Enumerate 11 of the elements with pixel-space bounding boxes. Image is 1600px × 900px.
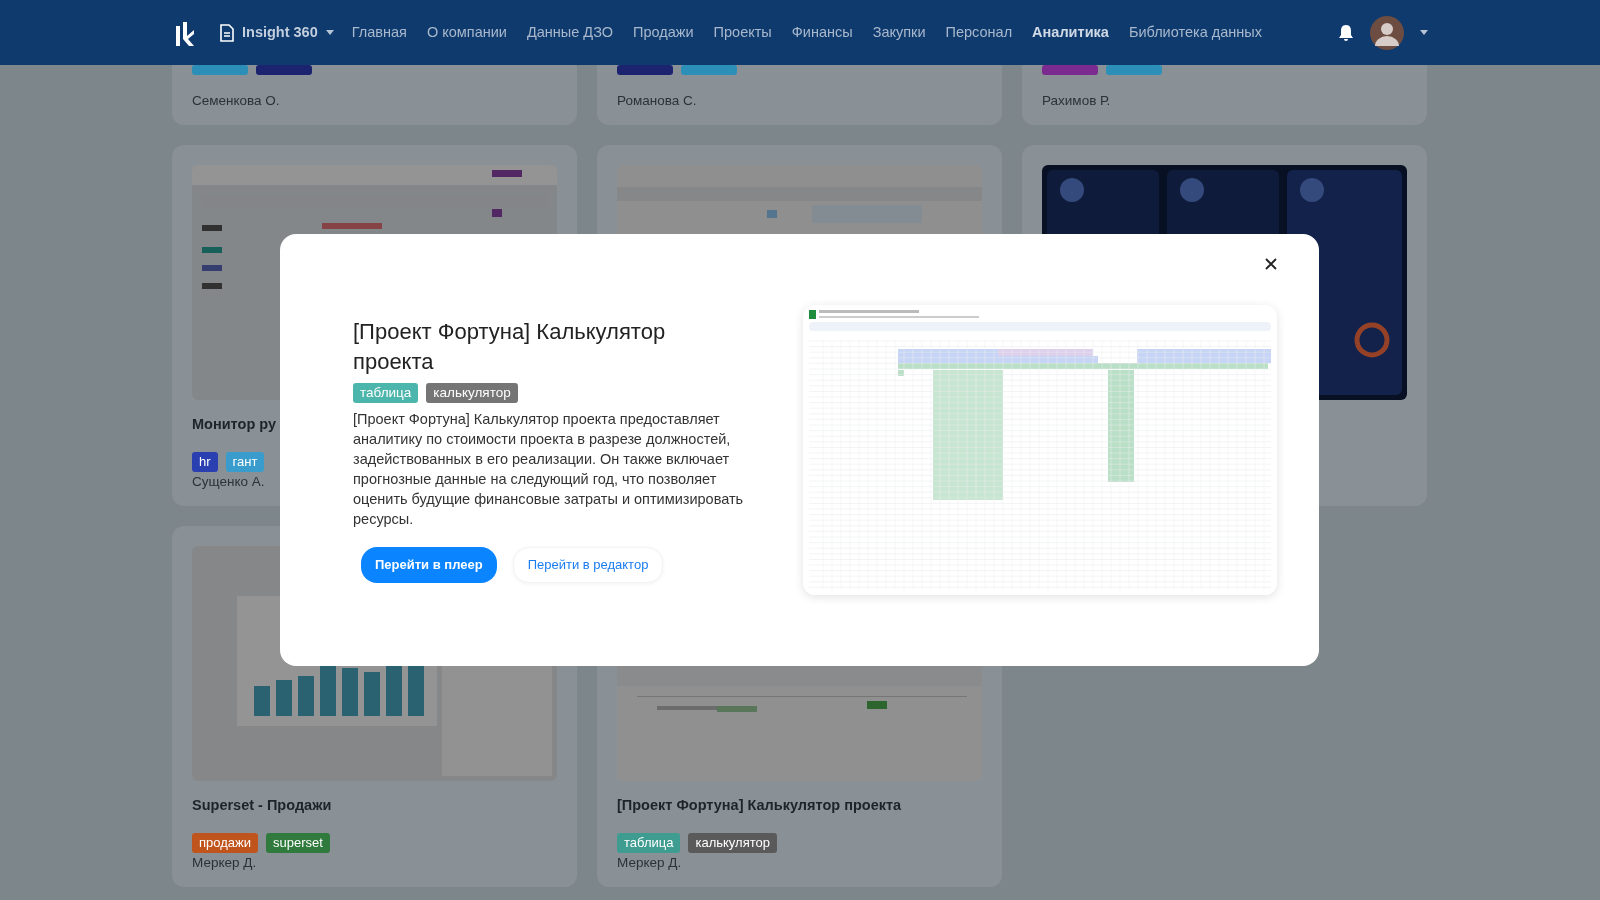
author-name: Рахимов Р.: [1042, 91, 1111, 110]
author-name: Сущенко А.: [192, 472, 265, 491]
card-title: Монитор ру: [192, 415, 276, 434]
card-title: [Проект Фортуна] Калькулятор проекта: [617, 796, 902, 815]
author-name: Романова С.: [617, 91, 697, 110]
modal-title: [Проект Фортуна] Калькулятор проекта: [353, 318, 667, 377]
app-title: Insight 360: [242, 22, 318, 42]
author-name: Семенкова О.: [192, 91, 280, 110]
author-name: Меркер Д.: [617, 853, 682, 872]
card-title: Superset - Продажи: [192, 796, 332, 815]
author-name: Меркер Д.: [192, 853, 257, 872]
